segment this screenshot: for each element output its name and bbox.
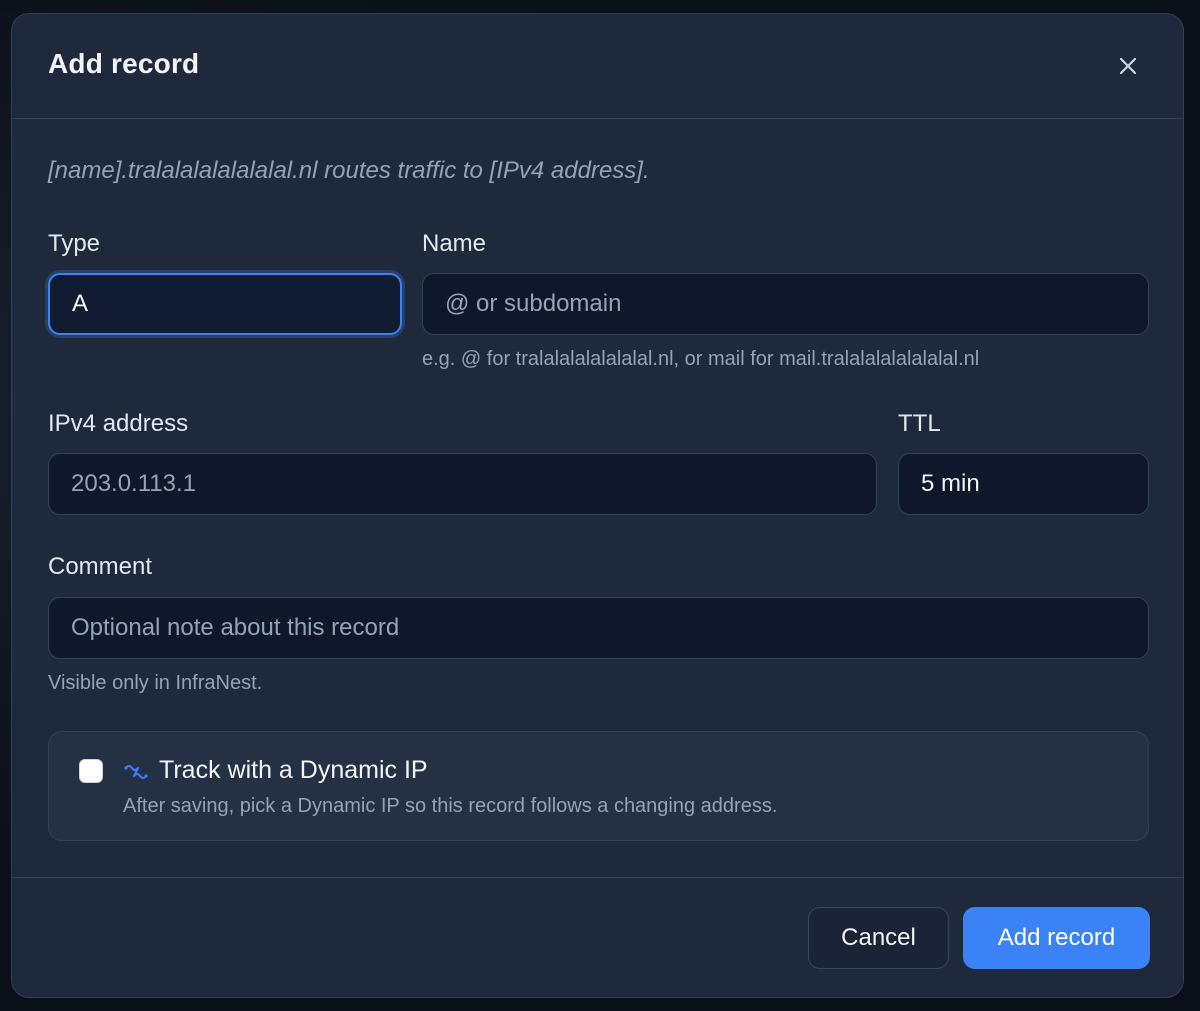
dynamic-ip-title: Track with a Dynamic IP	[159, 756, 428, 784]
close-button[interactable]	[1114, 52, 1142, 80]
comment-label: Comment	[48, 553, 153, 580]
dynamic-ip-checkbox[interactable]	[79, 759, 103, 783]
dynamic-ip-panel: Track with a Dynamic IP After saving, pi…	[48, 731, 1149, 841]
add-record-button[interactable]: Add record	[963, 907, 1150, 969]
ipv4-label: IPv4 address	[48, 410, 189, 437]
record-hint: [name].tralalalalalalalal.nl routes traf…	[48, 157, 650, 184]
ipv4-field-wrapper	[48, 453, 877, 515]
type-select[interactable]: A	[48, 273, 402, 335]
add-record-dialog: Add record [name].tralalalalalalalal.nl …	[11, 13, 1184, 998]
comment-input[interactable]	[71, 614, 1148, 642]
dynamic-ip-icon	[124, 765, 148, 779]
name-label: Name	[422, 230, 487, 257]
dynamic-ip-description: After saving, pick a Dynamic IP so this …	[123, 795, 778, 817]
cancel-button[interactable]: Cancel	[808, 907, 949, 969]
name-field-wrapper	[422, 273, 1149, 335]
ipv4-input[interactable]	[71, 470, 876, 498]
comment-field-wrapper	[48, 597, 1149, 659]
ttl-select[interactable]: 5 min	[898, 453, 1149, 515]
footer-divider	[12, 877, 1183, 878]
dialog-header: Add record	[12, 14, 1183, 119]
type-value: A	[72, 290, 89, 317]
close-icon	[1119, 57, 1137, 75]
type-label: Type	[48, 230, 101, 257]
dialog-title: Add record	[48, 48, 200, 79]
comment-help: Visible only in InfraNest.	[48, 672, 263, 694]
ttl-label: TTL	[898, 410, 941, 437]
name-input[interactable]	[445, 290, 1148, 318]
ttl-value: 5 min	[921, 470, 980, 497]
name-help: e.g. @ for tralalalalalalalal.nl, or mai…	[422, 348, 980, 370]
